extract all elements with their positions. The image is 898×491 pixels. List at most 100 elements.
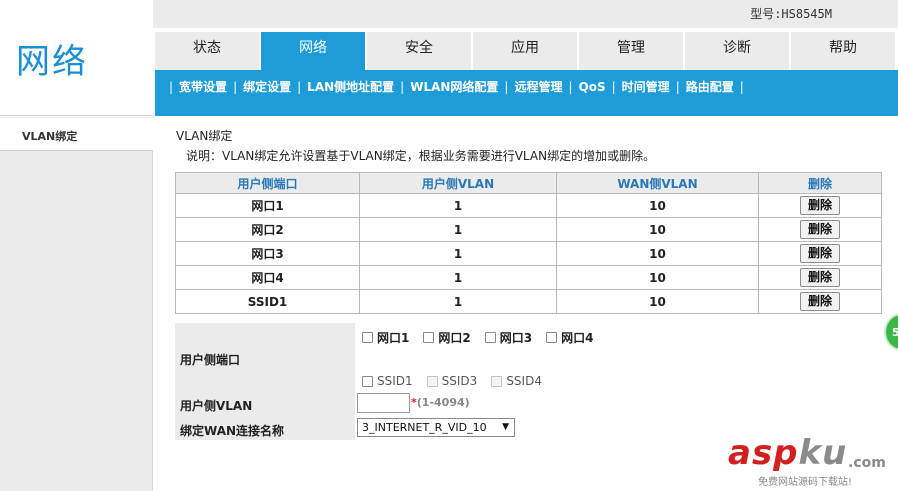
checkbox-lan4[interactable]: 网口4: [546, 329, 593, 346]
tab-diagnosis[interactable]: 诊断: [685, 32, 789, 70]
subnav-wlan[interactable]: WLAN网络配置: [410, 78, 498, 95]
wan-selected-value: 3_INTERNET_R_VID_10: [362, 421, 487, 434]
sidebar-item-vlan-binding[interactable]: VLAN绑定: [0, 118, 153, 151]
watermark: aspku .com 免费网站源码下载站!: [728, 433, 898, 491]
watermark-logo: aspku: [728, 433, 847, 473]
subnav-lan-address[interactable]: LAN侧地址配置: [307, 78, 394, 95]
tab-help[interactable]: 帮助: [791, 32, 895, 70]
tab-network[interactable]: 网络: [261, 32, 365, 70]
delete-button[interactable]: 删除: [800, 292, 840, 311]
checkbox-box[interactable]: [423, 332, 435, 343]
cell-action: 删除: [758, 241, 882, 266]
subnav-separator: |: [400, 79, 405, 94]
wan-connection-select[interactable]: 3_INTERNET_R_VID_10 ▼: [357, 418, 515, 437]
model-label: 型号:HS8545M: [750, 7, 832, 21]
watermark-subtitle: 免费网站源码下载站!: [758, 477, 853, 488]
cell-wan-vlan: 10: [556, 289, 759, 314]
watermark-logo-gray: ku: [798, 433, 848, 473]
checkbox-label: 网口2: [438, 331, 471, 345]
subnav-remote-management[interactable]: 远程管理: [514, 78, 562, 95]
tab-application[interactable]: 应用: [473, 32, 577, 70]
cell-user-vlan: 1: [359, 217, 557, 242]
checkbox-box[interactable]: [362, 332, 373, 343]
checkbox-label: SSID1: [377, 374, 413, 388]
checkbox-ssid4: SSID4: [491, 374, 542, 388]
cell-user-vlan: 1: [359, 193, 557, 218]
column-header-user-port: 用户侧端口: [175, 172, 360, 194]
cell-port: 网口4: [175, 265, 360, 290]
watermark-dotcom: .com: [848, 455, 886, 471]
column-header-wan-vlan: WAN侧VLAN: [556, 172, 759, 194]
watermark-logo-red: asp: [728, 433, 799, 473]
checkbox-box: [426, 375, 438, 387]
cell-action: 删除: [758, 289, 882, 314]
column-header-user-vlan: 用户侧VLAN: [359, 172, 557, 194]
floating-label: 5: [892, 326, 898, 339]
checkbox-box[interactable]: [362, 375, 373, 387]
divider: [0, 115, 153, 116]
checkbox-lan3[interactable]: 网口3: [484, 329, 533, 346]
cell-action: 删除: [758, 193, 882, 218]
checkbox-label: SSID4: [506, 374, 542, 388]
user-vlan-label: 用户侧VLAN: [180, 399, 253, 413]
delete-button[interactable]: 删除: [800, 220, 840, 239]
subnav-time-management[interactable]: 时间管理: [622, 78, 670, 95]
checkbox-box: [491, 375, 503, 387]
table-row: SSID1 1 10 删除: [175, 289, 882, 314]
checkbox-label: 网口1: [377, 331, 410, 345]
tab-status[interactable]: 状态: [155, 32, 259, 70]
sub-nav: | 宽带设置 | 绑定设置 | LAN侧地址配置 | WLAN网络配置 | 远程…: [163, 78, 750, 95]
cell-user-vlan: 1: [359, 241, 557, 266]
cell-port: SSID1: [175, 289, 360, 314]
subnav-route-config[interactable]: 路由配置: [686, 78, 734, 95]
table-row: 网口3 1 10 删除: [175, 241, 882, 266]
cell-action: 删除: [758, 265, 882, 290]
subnav-separator: |: [504, 79, 509, 94]
cell-user-vlan: 1: [359, 289, 557, 314]
subnav-qos[interactable]: QoS: [579, 80, 606, 94]
checkbox-lan1[interactable]: 网口1: [362, 329, 409, 346]
cell-wan-vlan: 10: [556, 241, 759, 266]
sub-nav-bar: | 宽带设置 | 绑定设置 | LAN侧地址配置 | WLAN网络配置 | 远程…: [155, 70, 898, 116]
page-title: 网络: [16, 42, 88, 82]
column-header-delete: 删除: [758, 172, 882, 194]
subnav-separator: |: [611, 79, 616, 94]
checkbox-box[interactable]: [484, 332, 496, 343]
user-port-label: 用户侧端口: [180, 353, 241, 367]
tab-management[interactable]: 管理: [579, 32, 683, 70]
checkbox-box[interactable]: [546, 332, 558, 343]
checkbox-lan2[interactable]: 网口2: [423, 329, 471, 346]
cell-wan-vlan: 10: [556, 265, 759, 290]
cell-port: 网口2: [175, 217, 360, 242]
delete-button[interactable]: 删除: [800, 268, 840, 287]
main-tab-bar: 状态 网络 安全 应用 管理 诊断 帮助: [155, 32, 898, 70]
delete-button[interactable]: 删除: [800, 244, 840, 263]
subnav-separator: |: [297, 79, 302, 94]
top-header-bar: 型号:HS8545M: [153, 0, 898, 28]
user-vlan-input[interactable]: [357, 393, 410, 413]
lan-port-checkboxes: 网口1 网口2 网口3 网口4: [362, 329, 607, 346]
checkbox-ssid3: SSID3: [426, 374, 477, 388]
subnav-broadband[interactable]: 宽带设置: [179, 78, 227, 95]
cell-user-vlan: 1: [359, 265, 557, 290]
sidebar-item-label: VLAN绑定: [22, 130, 78, 143]
checkbox-label: 网口4: [561, 331, 594, 345]
cell-wan-vlan: 10: [556, 217, 759, 242]
vlan-binding-table: 用户侧端口 用户侧VLAN WAN侧VLAN 删除 网口1 1 10 删除 网口…: [175, 172, 882, 314]
checkbox-ssid1[interactable]: SSID1: [362, 374, 413, 388]
tab-security[interactable]: 安全: [367, 32, 471, 70]
user-vlan-hint: *(1-4094): [411, 396, 470, 409]
subnav-separator: |: [675, 79, 680, 94]
table-row: 网口1 1 10 删除: [175, 193, 882, 218]
vlan-range-hint: (1-4094): [416, 396, 470, 409]
checkbox-label: 网口3: [499, 331, 533, 345]
brand-area: 网络: [0, 0, 153, 117]
subnav-separator: |: [233, 79, 238, 94]
cell-port: 网口3: [175, 241, 360, 266]
ssid-checkboxes: SSID1 SSID3 SSID4: [362, 374, 556, 388]
subnav-binding[interactable]: 绑定设置: [243, 78, 291, 95]
table-row: 网口2 1 10 删除: [175, 217, 882, 242]
subnav-separator: |: [739, 79, 744, 94]
delete-button[interactable]: 删除: [800, 196, 840, 215]
floating-widget[interactable]: 5: [884, 313, 898, 351]
